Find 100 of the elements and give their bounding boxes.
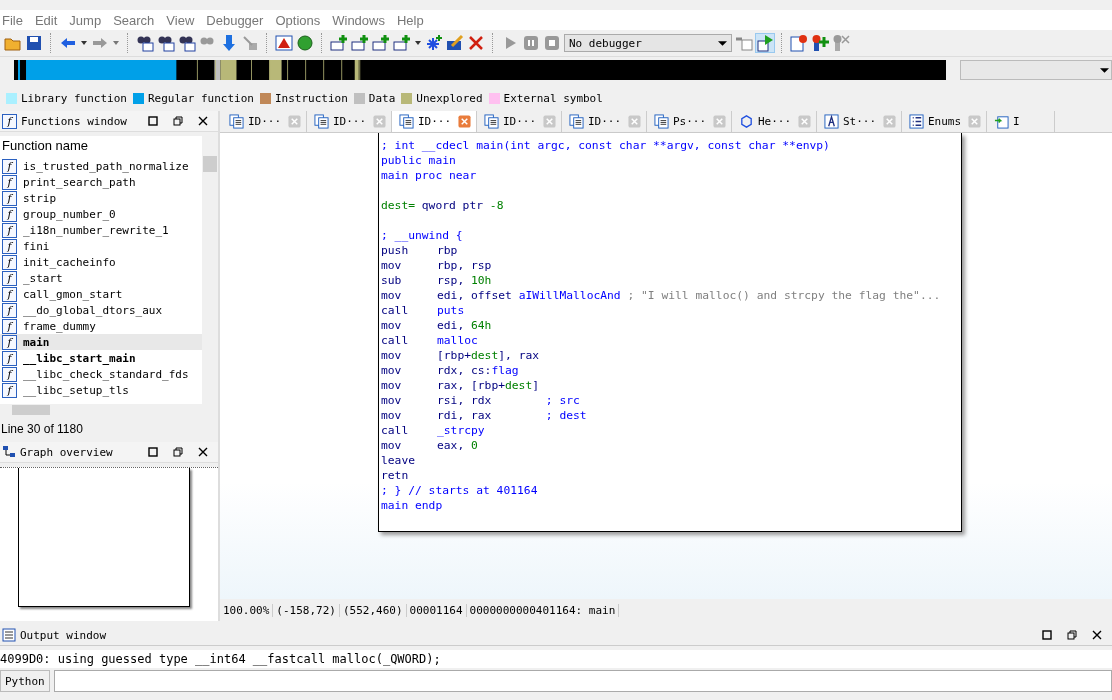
function-name[interactable]: strip <box>23 191 57 205</box>
menu-item[interactable]: Search <box>111 12 162 28</box>
view-tab[interactable]: Enums <box>902 111 987 132</box>
maximize-icon[interactable] <box>147 446 159 458</box>
function-name[interactable]: print_search_path <box>23 175 136 189</box>
ball-icon[interactable] <box>296 34 314 52</box>
function-name[interactable]: fini <box>23 239 50 253</box>
add-breakpoint-icon[interactable] <box>811 34 829 52</box>
function-icon: f <box>2 174 17 190</box>
run-code-icon[interactable] <box>756 34 774 52</box>
code-line: main endp <box>381 498 444 513</box>
function-name[interactable]: call_gmon_start <box>23 287 123 301</box>
column-header[interactable]: Function name <box>0 136 202 158</box>
plus-icon[interactable] <box>351 34 369 52</box>
warning-icon[interactable] <box>275 34 293 52</box>
status-field: 100.00% <box>220 603 274 617</box>
caret-icon[interactable] <box>414 39 422 47</box>
code-line: sub rsp, 10h <box>381 273 493 288</box>
breakpoint-list-icon[interactable] <box>790 34 808 52</box>
python-button[interactable]: Python <box>0 670 50 692</box>
view-tab[interactable]: ID··· <box>562 111 647 132</box>
code-line: main proc near <box>381 168 478 183</box>
code-line: ; int __cdecl main(int argc, const char **argv, const char **envp) <box>381 138 831 153</box>
pause-icon[interactable] <box>522 34 540 52</box>
function-name[interactable]: group_number_0 <box>23 207 116 221</box>
view-tab[interactable]: ID··· <box>307 111 392 132</box>
code-line: mov rbp, rsp <box>381 258 493 273</box>
function-name[interactable]: main <box>23 335 50 349</box>
asterisk-icon[interactable] <box>425 34 443 52</box>
binoculars-icon[interactable] <box>178 34 196 52</box>
function-icon: f <box>2 382 17 398</box>
code-block[interactable] <box>378 133 962 532</box>
edit-icon[interactable] <box>446 34 464 52</box>
letter-icon <box>824 114 839 129</box>
view-tab[interactable]: ID··· <box>222 111 307 132</box>
function-name[interactable]: init_cacheinfo <box>23 255 116 269</box>
binoculars-icon[interactable] <box>136 34 154 52</box>
function-name[interactable]: __libc_check_standard_fds <box>23 367 189 381</box>
code-line: public main <box>381 153 457 168</box>
document-icon <box>484 114 499 129</box>
save-icon[interactable] <box>25 34 43 52</box>
function-name[interactable]: _i18n_number_rewrite_1 <box>23 223 169 237</box>
status-field: (-158,72) <box>273 603 340 617</box>
view-tab[interactable]: I <box>987 111 1055 132</box>
plus-icon[interactable] <box>372 34 390 52</box>
function-icon: f <box>2 238 17 254</box>
view-tab[interactable]: He··· <box>732 111 817 132</box>
close-icon[interactable] <box>197 446 209 458</box>
command-input[interactable] <box>53 670 1112 692</box>
view-tab[interactable]: ID··· <box>392 111 477 132</box>
menu-item[interactable]: Edit <box>32 12 65 28</box>
function-name[interactable]: frame_dummy <box>23 319 96 333</box>
down-arrow-icon[interactable] <box>220 34 238 52</box>
menu-item[interactable]: Jump <box>67 12 109 28</box>
import-icon <box>994 114 1009 129</box>
legend-label: Data <box>368 91 396 105</box>
close-icon[interactable] <box>197 115 209 127</box>
view-tab[interactable]: Ps··· <box>647 111 732 132</box>
plus-icon[interactable] <box>330 34 348 52</box>
menu-item[interactable]: Debugger <box>204 12 271 28</box>
menu-item[interactable]: File <box>0 12 30 28</box>
function-icon: f <box>2 350 17 366</box>
function-icon: f <box>2 366 17 382</box>
status-field: 00001164 <box>406 603 467 617</box>
function-icon: f <box>2 254 17 270</box>
function-icon: f <box>2 334 17 350</box>
code-line: ; } // starts at 401164 <box>381 483 539 498</box>
document-icon <box>569 114 584 129</box>
legend-label: Instruction <box>274 91 348 105</box>
caret-icon[interactable] <box>80 39 88 47</box>
debugger-dropdown[interactable]: No debugger <box>564 34 732 52</box>
menu-item[interactable]: Help <box>395 12 431 28</box>
hexagon-icon <box>739 114 754 129</box>
binoculars-icon[interactable] <box>157 34 175 52</box>
overview-node[interactable] <box>18 468 190 607</box>
function-name[interactable]: __do_global_dtors_aux <box>23 303 163 317</box>
function-name[interactable]: __libc_setup_tls <box>23 383 129 397</box>
stop-icon[interactable] <box>543 34 561 52</box>
panel-title: Graph overview <box>20 445 114 459</box>
function-name[interactable]: is_trusted_path_normalize <box>23 159 189 173</box>
graph-icon <box>2 445 16 459</box>
menu-item[interactable]: Options <box>273 12 328 28</box>
function-name[interactable]: __libc_start_main <box>23 351 136 365</box>
close-icon[interactable] <box>1091 629 1103 641</box>
function-icon: f <box>2 113 17 129</box>
menu-item[interactable]: Windows <box>330 12 392 28</box>
maximize-icon[interactable] <box>147 115 159 127</box>
view-tab[interactable]: St··· <box>817 111 902 132</box>
code-line: ; __unwind { <box>381 228 464 243</box>
plus-icon[interactable] <box>393 34 411 52</box>
view-tab[interactable]: ID··· <box>477 111 562 132</box>
function-name[interactable]: _start <box>23 271 63 285</box>
maximize-icon[interactable] <box>1041 629 1053 641</box>
restore-icon[interactable] <box>172 446 184 458</box>
panel-title: Output window <box>20 628 108 642</box>
restore-icon[interactable] <box>172 115 184 127</box>
restore-icon[interactable] <box>1066 629 1078 641</box>
line-status: Line 30 of 1180 <box>0 421 84 438</box>
function-icon: f <box>2 286 17 302</box>
menu-item[interactable]: View <box>164 12 202 28</box>
